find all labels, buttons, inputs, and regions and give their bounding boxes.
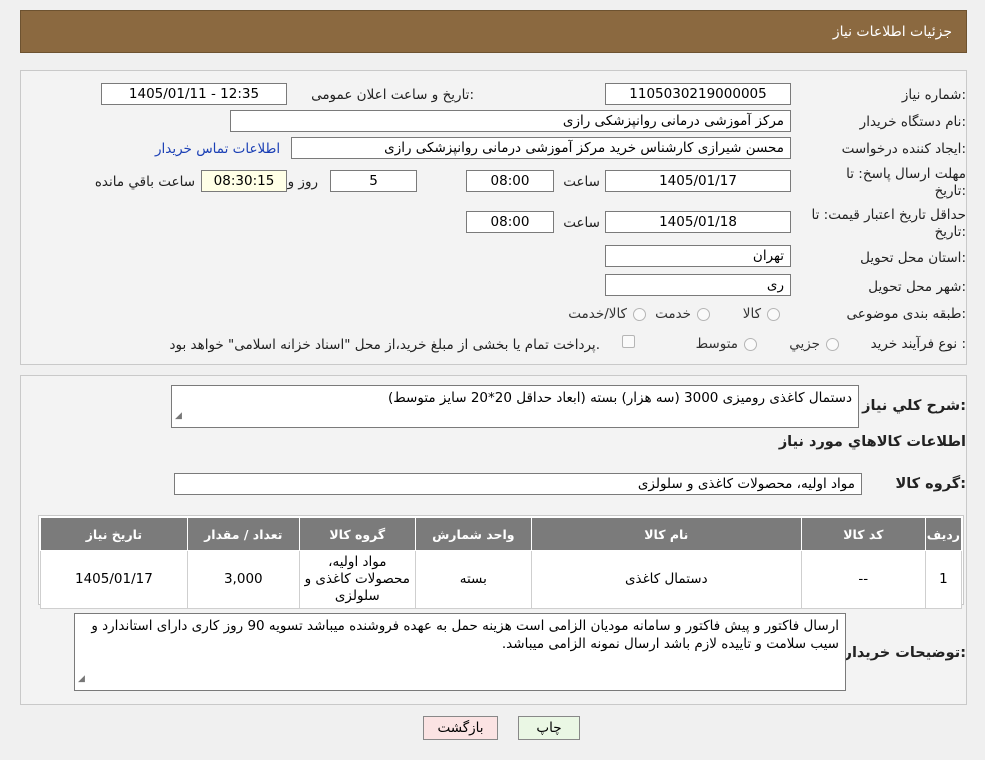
cell-group: مواد اولیه، محصولات کاغذی و سلولزی — [298, 550, 416, 609]
resize-grip-icon: ◢ — [175, 411, 182, 421]
radio-circle-icon — [826, 337, 839, 351]
print-button[interactable]: چاپ — [518, 716, 580, 740]
col-code: کد کالا — [800, 517, 926, 551]
radio-circle-icon — [744, 337, 757, 351]
buyer-notes-text: ارسال فاکتور و پیش فاکتور و سامانه مودیا… — [91, 618, 839, 652]
category-label: طبقه بندی موضوعی: — [846, 306, 966, 322]
days-remaining-field: 5 — [330, 170, 417, 192]
goods-group-field: مواد اولیه، محصولات کاغذی و سلولزی — [174, 473, 862, 495]
buyer-notes-label: توضیحات خریدار: — [843, 645, 966, 661]
buyer-org-label: نام دستگاه خریدار: — [859, 114, 966, 130]
remaining-time-label: ساعت باقي مانده — [94, 174, 195, 190]
radio-circle-icon — [767, 307, 780, 321]
treasury-payment-note: پرداخت تمام یا بخشی از مبلغ خرید،از محل … — [169, 337, 600, 353]
announce-date-field: 1405/01/11 - 12:35 — [101, 83, 287, 105]
price-valid-label-2: تاریخ: — [934, 224, 966, 240]
col-date: تاريخ نياز — [40, 517, 188, 551]
cell-unit: بسته — [414, 550, 532, 609]
process-radio-minor[interactable]: جزیي — [789, 336, 839, 352]
price-valid-label: حداقل تاریخ اعتبار قیمت: تا — [811, 207, 966, 223]
process-radio-medium[interactable]: متوسط — [696, 336, 757, 352]
col-group: گروه کالا — [298, 517, 416, 551]
reply-date-field: 1405/01/17 — [605, 170, 791, 192]
radio-circle-icon — [697, 307, 710, 321]
city-field: ری — [605, 274, 791, 296]
cell-date: 1405/01/17 — [40, 550, 188, 609]
need-number-field: 1105030219000005 — [605, 83, 791, 105]
remaining-time-field: 08:30:15 — [201, 170, 287, 192]
buyer-org-field: مرکز آموزشی درمانی روانپزشکی رازی — [230, 110, 791, 132]
buyer-contact-link[interactable]: اطلاعات تماس خریدار — [155, 141, 280, 157]
requester-field: محسن شیرازی کارشناس خرید مرکز آموزشی درم… — [291, 137, 791, 159]
page-header: جزئیات اطلاعات نیاز — [20, 10, 967, 53]
days-label: روز و — [287, 174, 318, 190]
col-row: رديف — [924, 517, 963, 551]
cell-code: -- — [800, 550, 926, 609]
price-valid-time-label: ساعت — [563, 215, 600, 231]
col-name: نام کالا — [530, 517, 802, 551]
requester-label: ایجاد کننده درخواست: — [841, 141, 966, 157]
category-radio-goods-service[interactable]: کالا/خدمت — [568, 306, 646, 322]
table-header-row: رديف کد کالا نام کالا واحد شمارش گروه کا… — [40, 517, 963, 551]
goods-group-label: گروه کالا: — [895, 476, 966, 492]
resize-grip-icon: ◢ — [78, 674, 85, 684]
category-radio-service[interactable]: خدمت — [655, 306, 710, 322]
price-valid-date-field: 1405/01/18 — [605, 211, 791, 233]
category-radio-goods[interactable]: کالا — [743, 306, 780, 322]
price-valid-time-field: 08:00 — [466, 211, 554, 233]
buyer-notes-textarea[interactable]: ارسال فاکتور و پیش فاکتور و سامانه مودیا… — [74, 613, 846, 691]
process-type-label: نوع فرآیند خرید : — [870, 336, 966, 352]
cell-row: 1 — [924, 550, 963, 609]
cell-name: دستمال کاغذی — [530, 550, 802, 609]
reply-deadline-label-2: تاریخ: — [934, 183, 966, 199]
announce-date-label: تاریخ و ساعت اعلان عمومی: — [311, 87, 474, 103]
back-button[interactable]: بازگشت — [423, 716, 498, 740]
table-row: 1 -- دستمال کاغذی بسته مواد اولیه، محصول… — [40, 550, 963, 609]
general-description-textarea[interactable]: دستمال کاغذی رومیزی 3000 (سه هزار) بسته … — [171, 385, 859, 428]
cell-qty: 3,000 — [186, 550, 300, 609]
reply-time-field: 08:00 — [466, 170, 554, 192]
city-label: شهر محل تحویل: — [868, 279, 966, 295]
items-table: رديف کد کالا نام کالا واحد شمارش گروه کا… — [40, 517, 963, 609]
general-description-label: شرح کلي نياز: — [862, 398, 966, 414]
province-field: تهران — [605, 245, 791, 267]
col-unit: واحد شمارش — [414, 517, 532, 551]
treasury-payment-checkbox[interactable] — [622, 335, 635, 348]
general-description-text: دستمال کاغذی رومیزی 3000 (سه هزار) بسته … — [387, 390, 852, 406]
province-label: استان محل تحویل: — [860, 250, 966, 266]
col-qty: تعداد / مقدار — [186, 517, 300, 551]
page-title: جزئیات اطلاعات نیاز — [832, 24, 952, 40]
reply-time-label: ساعت — [563, 174, 600, 190]
radio-circle-icon — [633, 307, 646, 321]
reply-deadline-label: مهلت ارسال پاسخ: تا — [846, 166, 966, 182]
need-number-label: شماره نیاز: — [901, 87, 966, 103]
items-section-title: اطلاعات کالاهاي مورد نياز — [778, 434, 966, 450]
